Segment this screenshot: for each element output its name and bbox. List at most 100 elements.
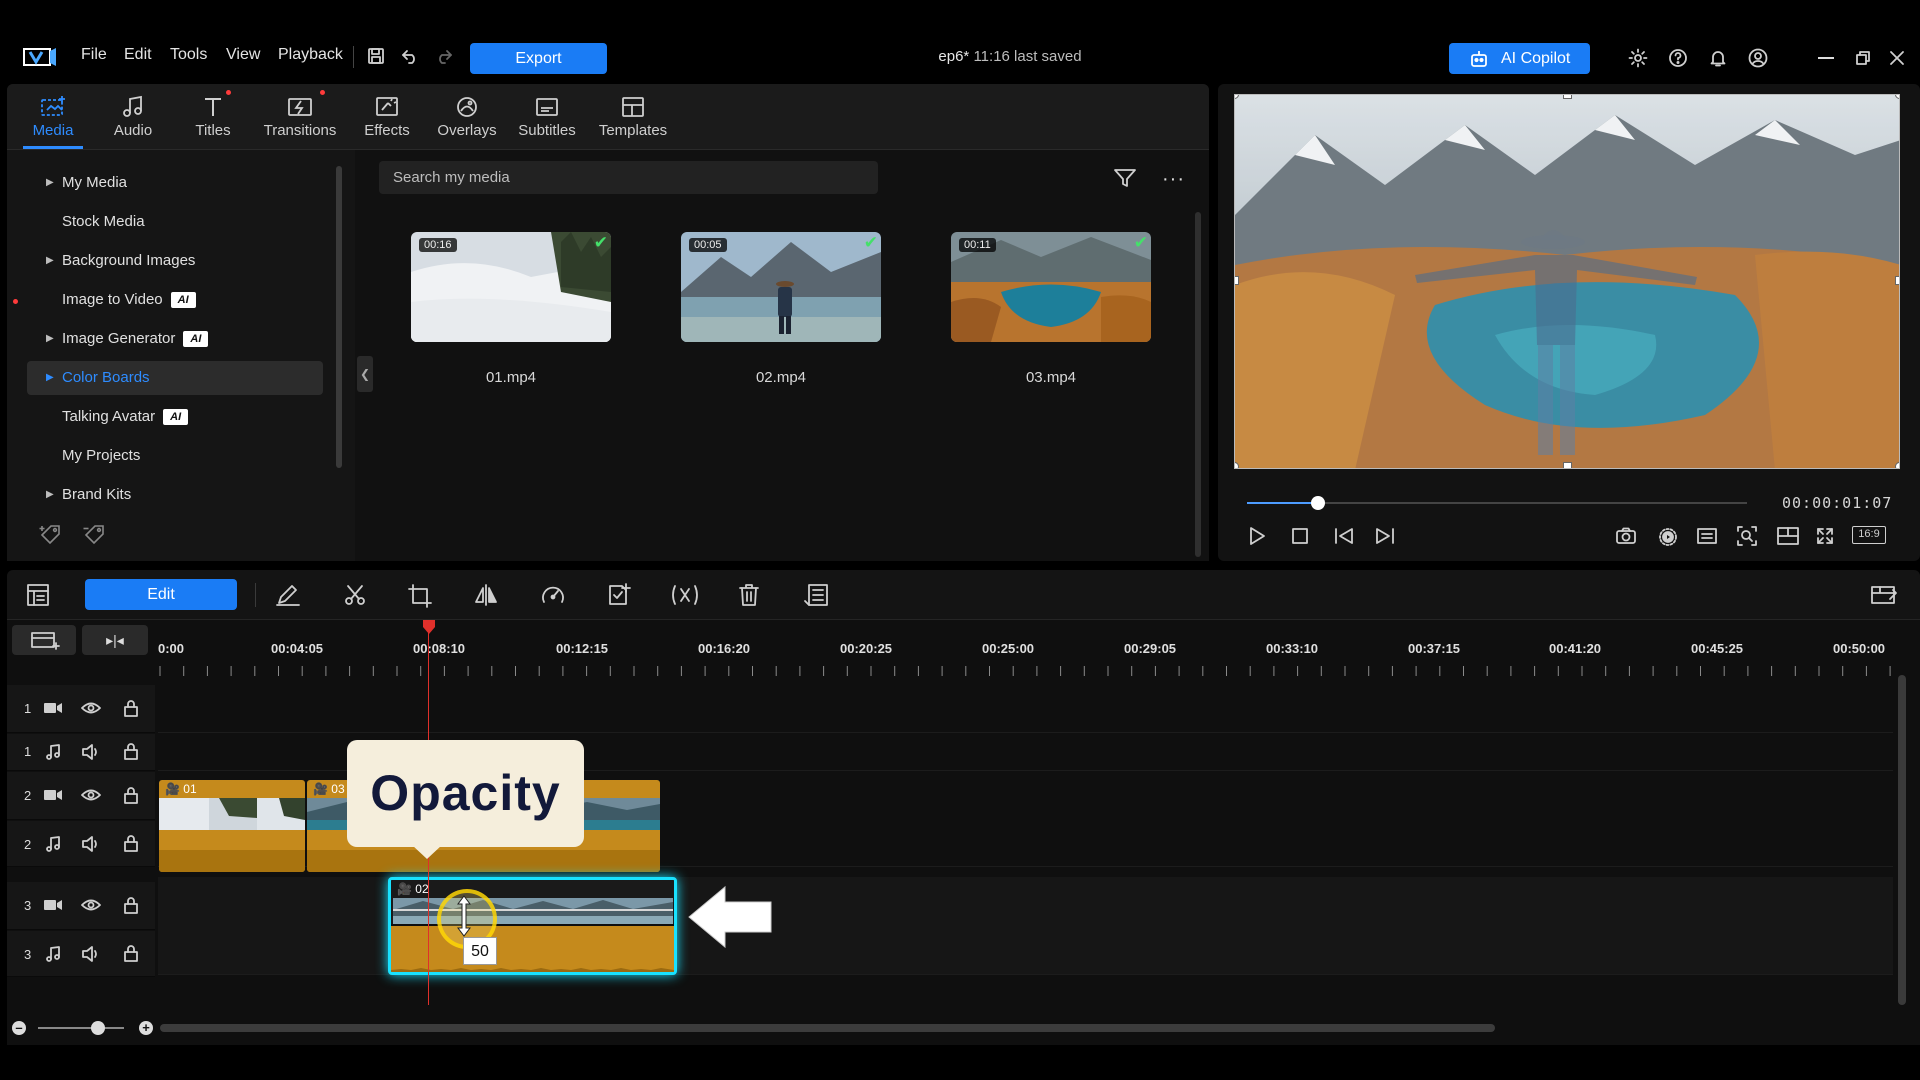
zoom-slider[interactable]	[38, 1027, 124, 1029]
menu-edit[interactable]: Edit	[124, 46, 152, 64]
speed-meter-icon[interactable]	[540, 583, 566, 607]
media-thumbnail[interactable]: 00:11 ✔	[951, 232, 1151, 342]
collapse-panel-button[interactable]: ❮	[357, 356, 373, 392]
minimize-icon[interactable]	[1818, 57, 1834, 59]
tree-item-background-images[interactable]: ▶ Background Images	[27, 244, 323, 278]
scissors-icon[interactable]	[343, 583, 367, 607]
ai-copilot-label: AI Copilot	[1501, 50, 1571, 67]
snapshot-camera-icon[interactable]	[1615, 527, 1637, 545]
tab-audio[interactable]: Audio	[93, 92, 173, 139]
timeline-horizontal-scrollbar[interactable]	[160, 1024, 1495, 1032]
menu-playback[interactable]: Playback	[278, 46, 343, 64]
filter-icon[interactable]	[1113, 167, 1137, 189]
fullscreen-icon[interactable]	[1815, 526, 1835, 546]
visibility-eye-icon[interactable]	[81, 787, 101, 803]
redo-icon[interactable]	[435, 48, 453, 64]
lock-icon[interactable]	[123, 944, 139, 962]
tree-scrollbar[interactable]	[336, 166, 342, 468]
play-icon[interactable]	[1247, 526, 1267, 546]
media-thumbnail[interactable]: 00:16 ✔	[411, 232, 611, 342]
add-tag-icon[interactable]	[39, 523, 65, 545]
preview-canvas[interactable]	[1234, 94, 1900, 469]
media-scrollbar[interactable]	[1195, 212, 1201, 557]
restore-icon[interactable]	[1855, 50, 1871, 66]
tab-subtitles[interactable]: Subtitles	[507, 92, 587, 139]
undo-icon[interactable]	[401, 48, 419, 64]
notification-bell-icon[interactable]	[1708, 48, 1728, 68]
menu-file[interactable]: File	[81, 46, 107, 64]
resize-handle[interactable]	[1235, 276, 1239, 285]
media-thumbnail[interactable]: 00:05 ✔	[681, 232, 881, 342]
seek-knob[interactable]	[1311, 496, 1325, 510]
more-tools-icon[interactable]	[803, 583, 829, 607]
settings-gear-icon[interactable]	[1628, 48, 1648, 68]
tab-media[interactable]: Media	[13, 92, 93, 149]
crop-icon[interactable]	[407, 583, 433, 609]
lock-icon[interactable]	[123, 834, 139, 852]
scene-layout-icon[interactable]	[26, 583, 50, 607]
menu-view[interactable]: View	[226, 46, 260, 64]
timeline-vertical-scrollbar[interactable]	[1898, 675, 1906, 1005]
zoom-preview-icon[interactable]	[1736, 525, 1758, 547]
delete-trash-icon[interactable]	[738, 583, 760, 607]
tab-titles[interactable]: Titles	[173, 90, 253, 139]
zoom-out-icon[interactable]: –	[12, 1021, 26, 1035]
keyframe-icon[interactable]	[606, 582, 632, 608]
tab-transitions[interactable]: Transitions	[253, 90, 347, 139]
stop-icon[interactable]	[1291, 527, 1309, 545]
tab-effects[interactable]: Effects	[347, 92, 427, 139]
timeline-ruler[interactable]	[158, 662, 1898, 676]
next-frame-icon[interactable]	[1374, 526, 1396, 546]
tree-item-my-projects[interactable]: My Projects	[27, 439, 323, 473]
pen-tool-icon[interactable]	[275, 583, 301, 607]
account-icon[interactable]	[1748, 48, 1768, 68]
zoom-in-icon[interactable]: +	[139, 1021, 153, 1035]
menu-tools[interactable]: Tools	[170, 46, 207, 64]
speaker-icon[interactable]	[81, 945, 101, 963]
tree-item-brand-kits[interactable]: ▶ Brand Kits	[27, 478, 323, 512]
tree-item-color-boards[interactable]: ▶ Color Boards	[27, 361, 323, 395]
resize-handle[interactable]	[1235, 462, 1239, 468]
search-input[interactable]: Search my media	[379, 161, 878, 194]
more-options-icon[interactable]: ···	[1162, 168, 1185, 191]
render-preview-icon[interactable]	[1656, 525, 1680, 547]
close-icon[interactable]	[1889, 50, 1905, 66]
add-track-button[interactable]	[12, 625, 76, 655]
lock-icon[interactable]	[123, 896, 139, 914]
speaker-icon[interactable]	[81, 835, 101, 853]
help-icon[interactable]	[1668, 48, 1688, 68]
edit-button[interactable]: Edit	[85, 579, 237, 610]
tree-item-talking-avatar[interactable]: Talking Avatar AI	[27, 400, 323, 434]
save-icon[interactable]	[367, 47, 385, 65]
playhead-handle[interactable]	[421, 619, 437, 635]
subtitle-toggle-icon[interactable]	[1696, 527, 1718, 545]
tree-item-stock-media[interactable]: Stock Media	[27, 205, 323, 239]
tree-item-my-media[interactable]: ▶ My Media	[27, 166, 323, 200]
lock-icon[interactable]	[123, 786, 139, 804]
speaker-icon[interactable]	[81, 743, 101, 761]
visibility-eye-icon[interactable]	[81, 897, 101, 913]
remove-tag-icon[interactable]	[83, 523, 109, 545]
previous-frame-icon[interactable]	[1333, 526, 1355, 546]
layout-icon[interactable]	[1776, 526, 1800, 546]
timeline-clip[interactable]: 🎥 01	[159, 780, 305, 872]
resize-handle[interactable]	[1563, 462, 1572, 468]
resize-handle[interactable]	[1563, 95, 1572, 99]
lock-icon[interactable]	[123, 742, 139, 760]
tree-item-image-to-video[interactable]: Image to Video AI	[27, 283, 323, 317]
tree-item-image-generator[interactable]: ▶ Image Generator AI	[27, 322, 323, 356]
zoom-slider-knob[interactable]	[91, 1021, 105, 1035]
track-row[interactable]	[158, 685, 1893, 733]
audio-mixer-icon[interactable]	[670, 583, 700, 607]
selected-timeline-clip[interactable]: 🎥 02	[388, 877, 677, 975]
tab-overlays[interactable]: Overlays	[427, 92, 507, 139]
tab-templates[interactable]: Templates	[587, 92, 679, 139]
flip-icon[interactable]	[473, 583, 499, 607]
ai-copilot-button[interactable]: AI Copilot	[1449, 43, 1590, 74]
fit-timeline-button[interactable]: ▸|◂	[82, 625, 148, 655]
lock-icon[interactable]	[123, 699, 139, 717]
visibility-eye-icon[interactable]	[81, 700, 101, 716]
timeline-settings-icon[interactable]	[1870, 583, 1898, 607]
aspect-ratio-button[interactable]: 16:9	[1852, 526, 1886, 544]
export-button[interactable]: Export	[470, 43, 607, 74]
